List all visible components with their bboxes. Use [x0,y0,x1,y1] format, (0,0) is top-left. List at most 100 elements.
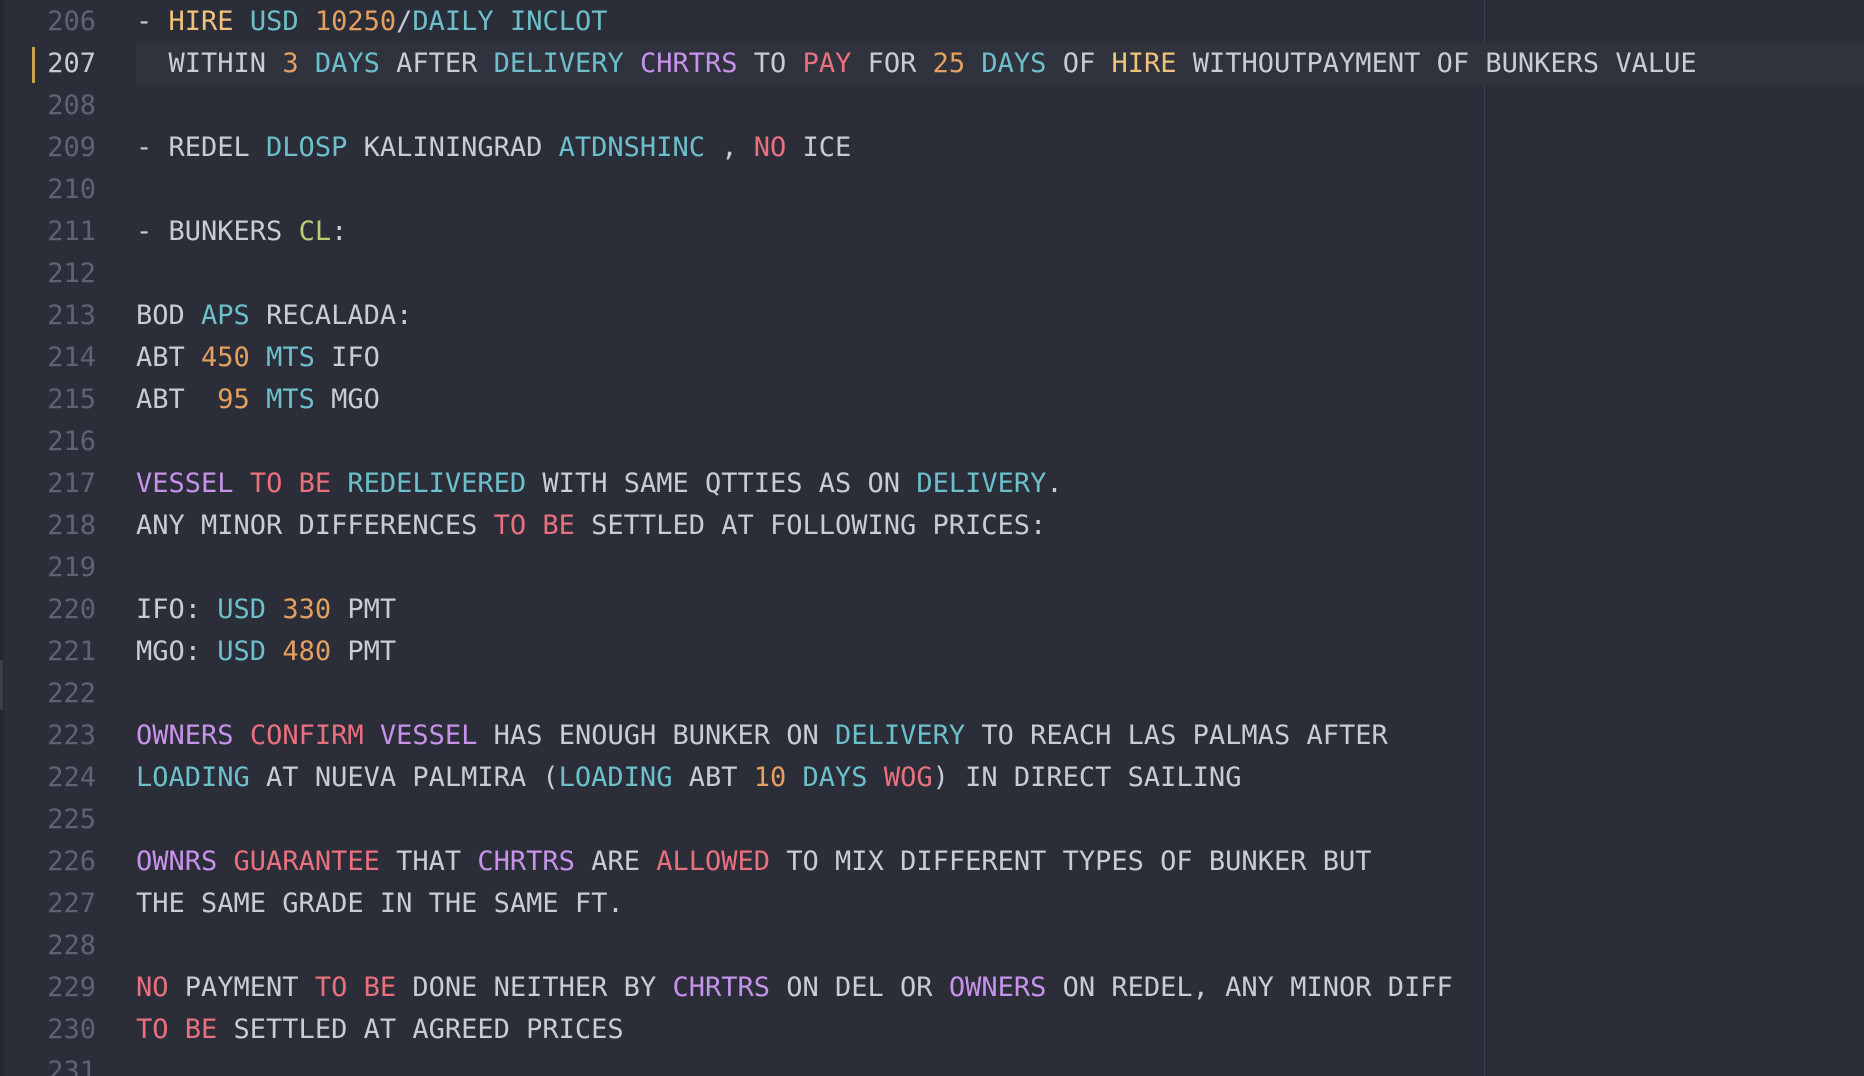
line-text[interactable]: MGO: USD 480 PMT [136,631,396,673]
editor-line[interactable]: 226 OWNRS GUARANTEE THAT CHRTRS ARE ALLOW… [0,841,1864,883]
line-number: 209 [47,132,96,163]
line-number: 230 [47,1014,96,1045]
code-editor[interactable]: 206 - HIRE USD 10250/DAILY INCLOT 207 WITH… [0,0,1864,1076]
line-text[interactable]: - BUNKERS CL: [136,211,347,253]
code-token: ANY MINOR DIFFERENCES [136,510,494,541]
editor-line[interactable]: 224 LOADING AT NUEVA PALMIRA (LOADING ABT… [0,757,1864,799]
line-number: 206 [47,6,96,37]
code-token: TO BE [314,972,397,1003]
editor-line[interactable]: 213 BOD APS RECALADA: [0,295,1864,337]
code-token: ON REDEL, ANY MINOR DIFF [1046,972,1453,1003]
editor-line[interactable]: 230 TO BE SETTLED AT AGREED PRICES [0,1009,1864,1051]
line-text[interactable]: TO BE SETTLED AT AGREED PRICES [136,1009,624,1051]
line-number: 215 [47,384,96,415]
line-number: 226 [47,846,96,877]
editor-line[interactable]: 223 OWNERS CONFIRM VESSEL HAS ENOUGH BUNK… [0,715,1864,757]
editor-line[interactable]: 225 [0,799,1864,841]
line-number: 211 [47,216,96,247]
line-number: 221 [47,636,96,667]
line-text[interactable]: THE SAME GRADE IN THE SAME FT. [136,883,624,925]
line-text[interactable]: NO PAYMENT TO BE DONE NEITHER BY CHRTRS … [136,967,1453,1009]
editor-line[interactable]: 216 [0,421,1864,463]
editor-line[interactable]: 228 [0,925,1864,967]
code-token: OWNRS [136,846,218,877]
code-token: WITHOUTPAYMENT OF BUNKERS VALUE [1176,48,1697,79]
code-token: WITH SAME QTTIES AS ON [526,468,917,499]
line-number: 213 [47,300,96,331]
code-token: DAYS [314,48,380,79]
editor-line[interactable]: 214 ABT 450 MTS IFO [0,337,1864,379]
line-text[interactable]: LOADING AT NUEVA PALMIRA (LOADING ABT 10… [136,757,1241,799]
line-number: 224 [47,762,96,793]
line-text[interactable]: VESSEL TO BE REDELIVERED WITH SAME QTTIE… [136,463,1063,505]
code-token: IFO [314,342,380,373]
editor-line[interactable]: 231 [0,1051,1864,1076]
code-token: - BUNKERS [136,216,299,247]
code-token: 10250 [314,6,397,37]
editor-line[interactable]: 206 - HIRE USD 10250/DAILY INCLOT [0,1,1864,43]
editor-line[interactable]: 227 THE SAME GRADE IN THE SAME FT. [0,883,1864,925]
editor-line[interactable]: 211 - BUNKERS CL: [0,211,1864,253]
line-text[interactable]: OWNERS CONFIRM VESSEL HAS ENOUGH BUNKER … [136,715,1388,757]
code-token: 95 [217,384,250,415]
editor-line[interactable]: 209 - REDEL DLOSP KALININGRAD ATDNSHINC ,… [0,127,1864,169]
editor-line[interactable]: 229 NO PAYMENT TO BE DONE NEITHER BY CHRT… [0,967,1864,1009]
editor-line[interactable]: 217 VESSEL TO BE REDELIVERED WITH SAME QT… [0,463,1864,505]
code-token: LOADING [558,762,673,793]
line-number: 208 [47,90,96,121]
code-token: ABT [672,762,754,793]
code-token: OWNERS [136,720,234,751]
code-token: TO BE [136,1014,218,1045]
editor-line[interactable]: 222 [0,673,1864,715]
code-token: THE SAME GRADE IN THE SAME FT. [136,888,624,919]
code-token: 480 [282,636,332,667]
code-token: PAYMENT [168,972,315,1003]
code-token: IFO: [136,594,218,625]
editor-line[interactable]: 219 [0,547,1864,589]
line-text[interactable]: ABT 450 MTS IFO [136,337,380,379]
current-line[interactable]: 207 WITHIN 3 DAYS AFTER DELIVERY CHRTRS … [0,43,1864,85]
line-number: 231 [47,1056,96,1076]
code-token: / [396,6,413,37]
code-token: WITHIN [136,48,283,79]
code-token: ICE [786,132,852,163]
code-token: TO [737,48,803,79]
code-token: TO MIX DIFFERENT TYPES OF BUNKER BUT [770,846,1372,877]
line-number: 219 [47,552,96,583]
line-text[interactable]: WITHIN 3 DAYS AFTER DELIVERY CHRTRS TO P… [136,43,1697,85]
code-token: PAY [802,48,852,79]
line-text[interactable]: ANY MINOR DIFFERENCES TO BE SETTLED AT F… [136,505,1046,547]
editor-line[interactable]: 221 MGO: USD 480 PMT [0,631,1864,673]
editor-line[interactable]: 210 [0,169,1864,211]
line-text[interactable]: IFO: USD 330 PMT [136,589,396,631]
line-text[interactable]: BOD APS RECALADA: [136,295,412,337]
line-number: 225 [47,804,96,835]
code-token: PMT [331,594,397,625]
code-token: SETTLED AT AGREED PRICES [217,1014,624,1045]
code-token: REDELIVERED [347,468,527,499]
editor-line[interactable]: 218 ANY MINOR DIFFERENCES TO BE SETTLED A… [0,505,1864,547]
code-token: 330 [282,594,332,625]
editor-line[interactable]: 212 [0,253,1864,295]
code-token: LOADING [136,762,250,793]
editor-line[interactable]: 208 [0,85,1864,127]
line-text[interactable]: - REDEL DLOSP KALININGRAD ATDNSHINC , NO… [136,127,851,169]
line-text[interactable]: OWNRS GUARANTEE THAT CHRTRS ARE ALLOWED … [136,841,1371,883]
code-token: HIRE [168,6,234,37]
code-token: ARE [574,846,657,877]
code-token: 10 [753,762,787,793]
editor-line[interactable]: 220 IFO: USD 330 PMT [0,589,1864,631]
code-token: USD [249,6,299,37]
line-text[interactable]: - HIRE USD 10250/DAILY INCLOT [136,1,607,43]
code-token: ) IN DIRECT SAILING [932,762,1242,793]
line-text[interactable]: ABT 95 MTS MGO [136,379,380,421]
code-token: ABT [136,342,202,373]
editor-line[interactable]: 215 ABT 95 MTS MGO [0,379,1864,421]
